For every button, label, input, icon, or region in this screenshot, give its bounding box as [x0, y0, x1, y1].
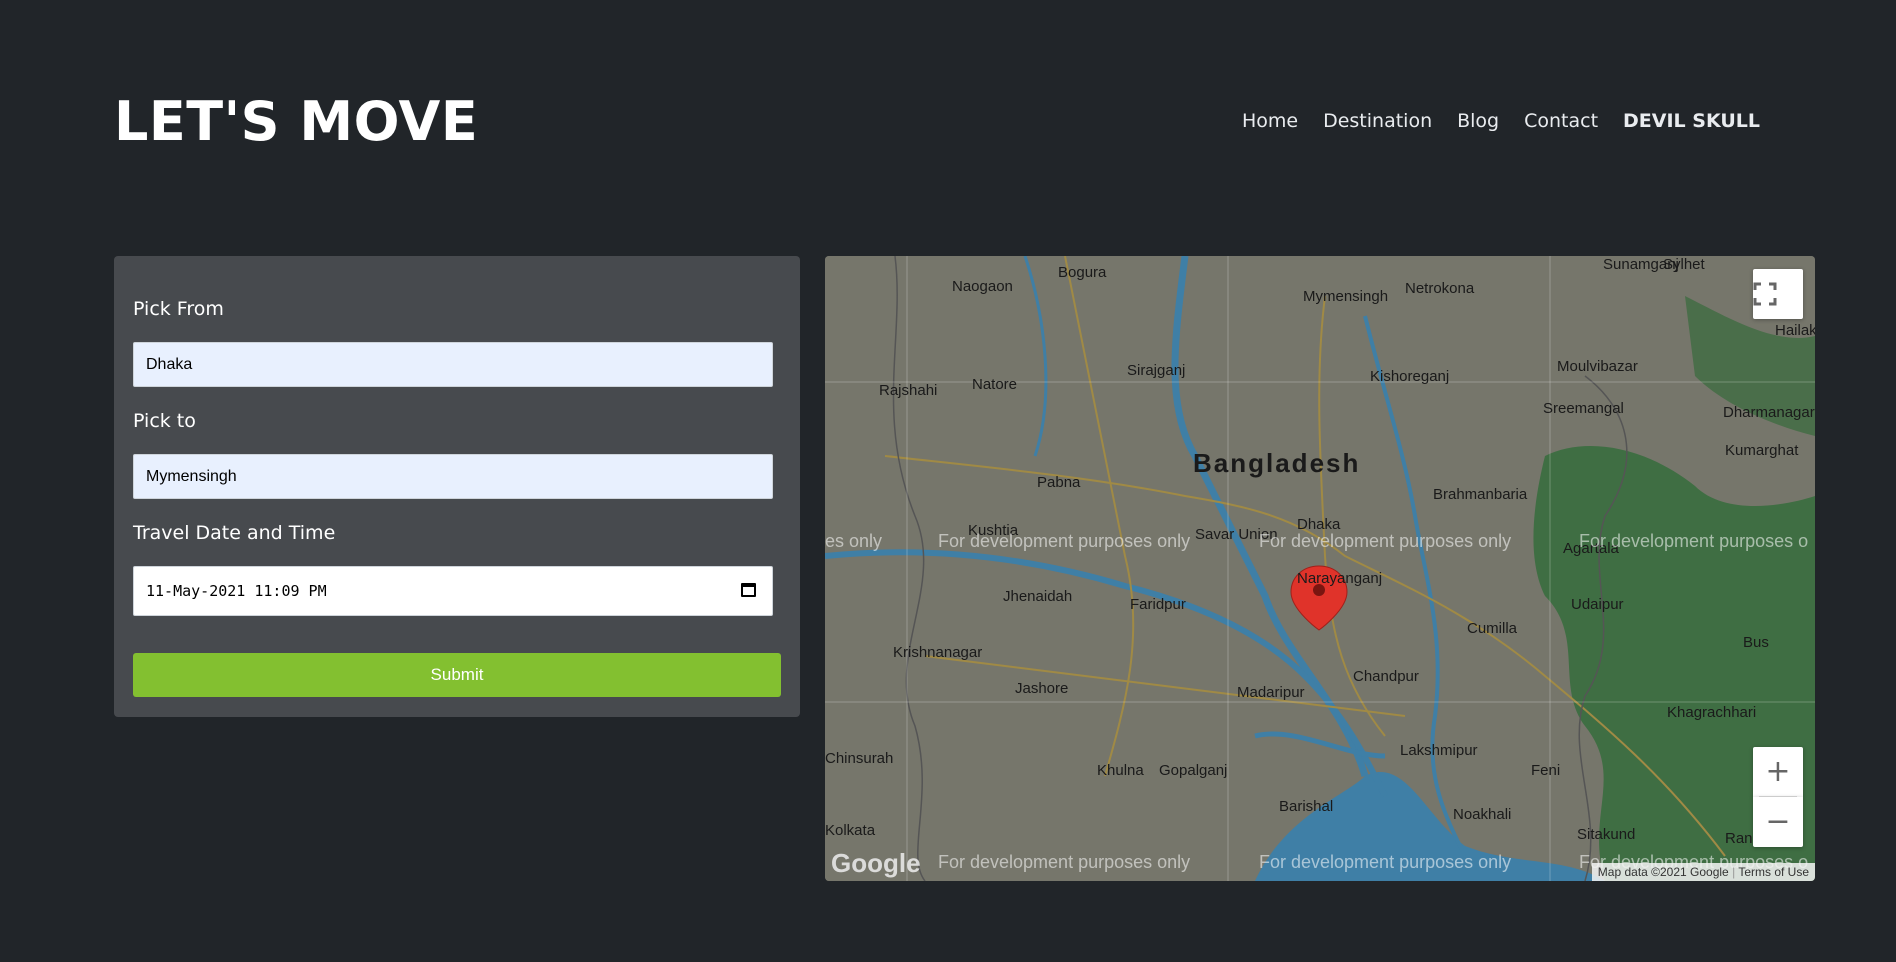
map-place: Feni: [1531, 762, 1561, 779]
map-view[interactable]: Bangladesh Bogura Naogaon Mymensingh Net…: [825, 256, 1815, 881]
map-place: Sylhet: [1663, 256, 1705, 273]
zoom-in-button[interactable]: +: [1753, 747, 1803, 797]
map-place: Faridpur: [1130, 596, 1186, 613]
plus-icon: +: [1765, 754, 1791, 789]
map-place: Madaripur: [1237, 684, 1305, 701]
map-place: Naogaon: [952, 278, 1013, 295]
dev-watermark: es only: [825, 531, 883, 551]
map-place: Sirajganj: [1127, 362, 1186, 379]
submit-button[interactable]: Submit: [133, 653, 781, 697]
booking-form: Pick From Dhaka Pick to Mymensingh Trave…: [114, 256, 800, 717]
map-place: Narayanganj: [1297, 570, 1383, 587]
map-place: Brahmanbaria: [1433, 486, 1528, 503]
nav-blog[interactable]: Blog: [1457, 110, 1499, 132]
brand-title[interactable]: LET'S MOVE: [114, 90, 478, 153]
datetime-input[interactable]: 11-May-2021 11:09 PM: [133, 566, 773, 616]
map-attribution: Map data ©2021 Google | Terms of Use: [1591, 863, 1815, 881]
map-place: Bus: [1743, 634, 1769, 651]
dev-watermark: For development purposes only: [1259, 531, 1512, 551]
map-place: Mymensingh: [1303, 288, 1389, 305]
map-place: Khulna: [1097, 762, 1144, 779]
pick-from-label: Pick From: [133, 298, 224, 320]
map-place: Kolkata: [825, 822, 876, 839]
map-place: Pabna: [1037, 474, 1081, 491]
fullscreen-button[interactable]: [1753, 269, 1803, 319]
dev-watermark: For development purposes only: [938, 531, 1191, 551]
map-place: Noakhali: [1453, 806, 1512, 823]
nav-home[interactable]: Home: [1242, 110, 1298, 132]
map-place: Jashore: [1015, 680, 1069, 697]
zoom-out-button[interactable]: −: [1753, 797, 1803, 847]
map-place: Kumarghat: [1725, 442, 1799, 459]
map-tiles: [825, 256, 1815, 881]
map-place: Natore: [972, 376, 1018, 393]
map-place: Kishoreganj: [1370, 368, 1450, 385]
dev-watermark: For development purposes only: [1259, 852, 1512, 872]
pick-to-label: Pick to: [133, 410, 196, 432]
map-place: Jhenaidah: [1003, 588, 1073, 605]
map-place: Khagrachhari: [1667, 704, 1757, 721]
dev-watermark: For development purposes o: [1579, 531, 1809, 551]
datetime-value: 11-May-2021 11:09 PM: [146, 582, 327, 600]
country-label: Bangladesh: [1193, 448, 1361, 478]
map-place: Moulvibazar: [1557, 358, 1638, 375]
map-place: Bogura: [1058, 264, 1107, 281]
map-place: Sreemangal: [1543, 400, 1624, 417]
map-place: Cumilla: [1467, 620, 1518, 637]
main-nav: Home Destination Blog Contact DEVIL SKUL…: [1242, 110, 1760, 132]
pick-to-input[interactable]: Mymensingh: [133, 454, 773, 499]
fullscreen-icon: [1753, 282, 1777, 306]
map-place: Gopalganj: [1159, 762, 1228, 779]
map-place: Barishal: [1279, 798, 1334, 815]
map-place: Chinsurah: [825, 750, 894, 767]
pick-from-input[interactable]: Dhaka: [133, 342, 773, 387]
nav-destination[interactable]: Destination: [1323, 110, 1432, 132]
nav-user[interactable]: DEVIL SKULL: [1623, 110, 1760, 132]
map-place: Chandpur: [1353, 668, 1419, 685]
map-data-text: Map data ©2021 Google: [1597, 865, 1729, 879]
map-place: Hailak: [1775, 322, 1815, 339]
calendar-icon[interactable]: [741, 583, 756, 597]
nav-contact[interactable]: Contact: [1524, 110, 1598, 132]
datetime-label: Travel Date and Time: [133, 522, 336, 544]
map-place: Lakshmipur: [1400, 742, 1478, 759]
map-place: Rajshahi: [879, 382, 938, 399]
map-place: Krishnanagar: [893, 644, 983, 661]
map-place: Dharmanagar: [1723, 404, 1815, 421]
dev-watermark: For development purposes only: [938, 852, 1191, 872]
google-logo[interactable]: Google: [831, 848, 921, 879]
map-place: Udaipur: [1571, 596, 1624, 613]
terms-link[interactable]: Terms of Use: [1738, 865, 1809, 879]
minus-icon: −: [1765, 804, 1791, 839]
map-place: Sitakund: [1577, 826, 1636, 843]
map-place: Netrokona: [1405, 280, 1475, 297]
